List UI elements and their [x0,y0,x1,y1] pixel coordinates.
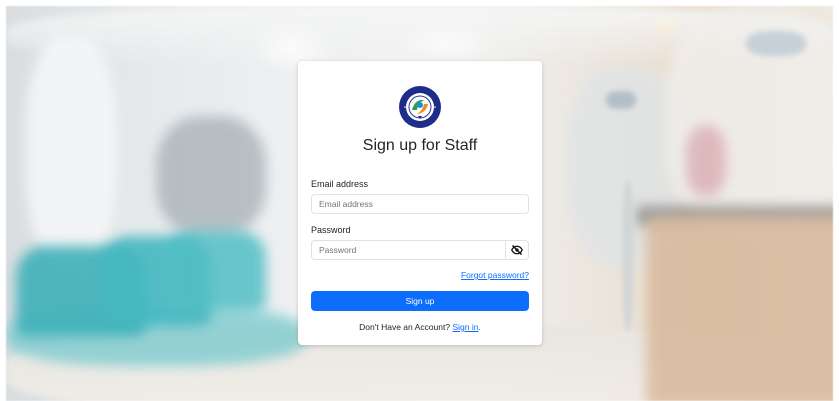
eye-slash-icon [511,244,523,256]
email-label: Email address [311,179,369,189]
page-title: Sign up for Staff [362,137,478,154]
signin-prompt-text: Don't Have an Account? [359,322,451,332]
signup-card: Sign up for Staff Email address Password… [298,61,542,345]
signin-link[interactable]: Sign in [452,322,478,332]
organization-seal-logo [399,86,441,128]
toggle-password-button[interactable] [505,240,529,260]
signin-prompt: Don't Have an Account? Sign in. [298,322,542,332]
signup-button[interactable]: Sign up [311,291,529,311]
forgot-password-link[interactable]: Forgot password? [461,270,529,280]
password-input[interactable] [311,240,506,260]
email-input[interactable] [311,194,529,214]
password-group [311,240,529,260]
page: Sign up for Staff Email address Password… [0,0,839,401]
password-label: Password [311,225,351,235]
signin-prompt-period: . [478,322,481,332]
